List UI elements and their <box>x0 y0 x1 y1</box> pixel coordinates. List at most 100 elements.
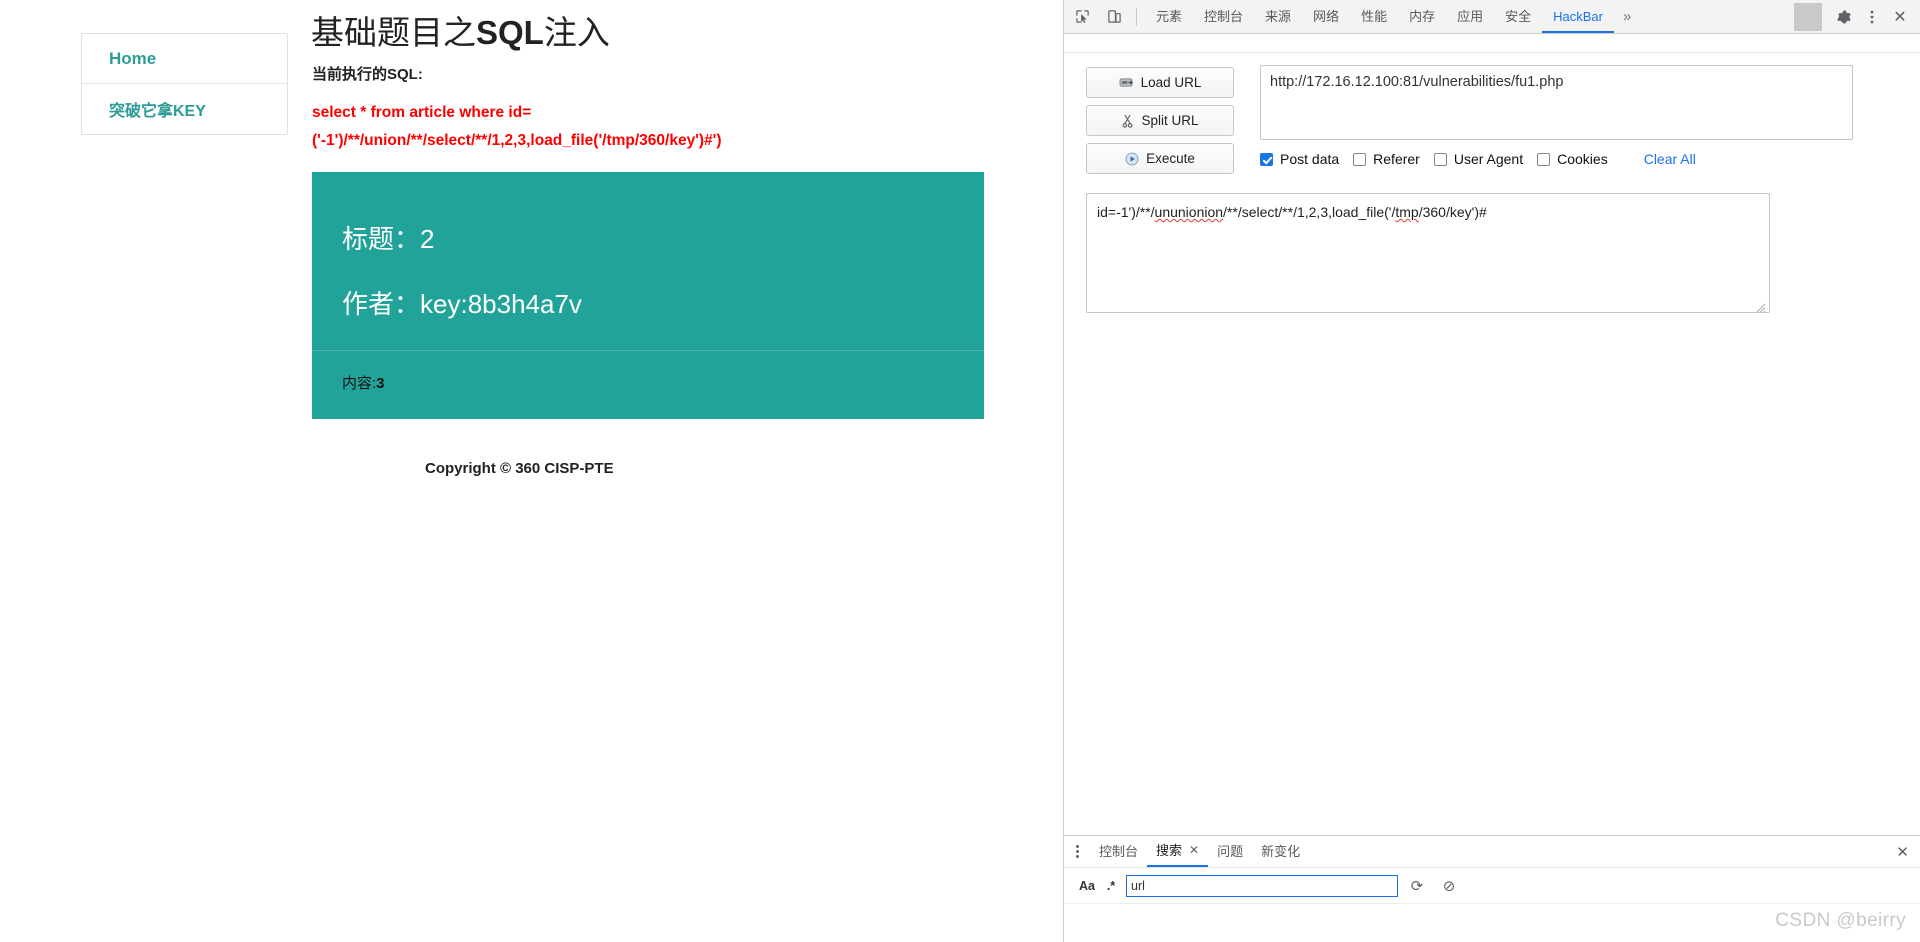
cookies-label: Cookies <box>1557 151 1608 167</box>
post-data-checkbox[interactable] <box>1260 152 1273 166</box>
tab-console[interactable]: 控制台 <box>1193 0 1254 33</box>
tab-memory[interactable]: 内存 <box>1398 0 1446 33</box>
card-divider <box>312 350 984 351</box>
drawer-tab-label: 新变化 <box>1261 844 1301 859</box>
devtools-toolbar: 元素 控制台 来源 网络 性能 内存 应用 安全 HackBar » ✕ <box>1064 0 1920 34</box>
drawer-tab-label: 控制台 <box>1099 844 1139 859</box>
tab-label: HackBar <box>1553 9 1603 24</box>
drawer-tab-console[interactable]: 控制台 <box>1090 836 1147 867</box>
hackbar-button-column: Load URL Split URL Execute <box>1086 67 1234 181</box>
drawer-tab-whats-new[interactable]: 新变化 <box>1252 836 1309 867</box>
refresh-icon[interactable]: ⟳ <box>1404 877 1430 895</box>
tab-hackbar[interactable]: HackBar <box>1542 0 1614 33</box>
tab-label: 网络 <box>1313 9 1340 24</box>
drawer-tab-bar: 控制台 搜索 ✕ 问题 新变化 ✕ <box>1064 836 1920 868</box>
sidebar-nav: Home 突破它拿KEY <box>81 33 288 135</box>
hackbar-panel: Load URL Split URL Execute http://172.16… <box>1064 53 1920 313</box>
page-title-emphasis: SQL <box>476 14 544 51</box>
user-agent-option[interactable]: User Agent <box>1433 151 1524 167</box>
sidebar-item-get-key[interactable]: 突破它拿KEY <box>82 84 287 134</box>
cookies-checkbox[interactable] <box>1537 152 1551 166</box>
toolbar-divider-2 <box>1794 2 1822 31</box>
cookies-option[interactable]: Cookies <box>1537 151 1608 167</box>
toolbar-divider <box>1136 7 1137 26</box>
article-author-value: key:8b3h4a7v <box>420 289 582 319</box>
tab-label: 内存 <box>1409 9 1436 24</box>
article-content-label: 内容: <box>342 375 377 392</box>
tab-label: 来源 <box>1265 9 1292 24</box>
split-url-scissors-icon <box>1121 114 1134 128</box>
tab-label: 性能 <box>1361 9 1388 24</box>
post-data-option[interactable]: Post data <box>1260 151 1339 167</box>
tab-network[interactable]: 网络 <box>1302 0 1350 33</box>
article-card-body: 标题：2 作者：key:8b3h4a7v <box>312 172 984 317</box>
screenshot-root: Home 突破它拿KEY 基础题目之SQL注入 当前执行的SQL: select… <box>0 0 1920 942</box>
split-url-button[interactable]: Split URL <box>1086 105 1234 136</box>
tab-label: 控制台 <box>1204 9 1244 24</box>
textarea-resize-handle[interactable] <box>1756 299 1766 312</box>
devtools-toolbar-actions: ✕ <box>1786 2 1920 31</box>
tab-application[interactable]: 应用 <box>1446 0 1494 33</box>
current-sql-label: 当前执行的SQL: <box>312 66 423 83</box>
referer-checkbox[interactable] <box>1353 152 1367 166</box>
sidebar-item-home[interactable]: Home <box>82 34 287 84</box>
close-icon[interactable]: ✕ <box>1886 3 1914 31</box>
tab-performance[interactable]: 性能 <box>1350 0 1398 33</box>
article-content-value: 3 <box>376 375 385 392</box>
sidebar-item-label: Home <box>109 48 157 68</box>
inspect-element-icon[interactable] <box>1068 3 1096 31</box>
article-author-row: 作者：key:8b3h4a7v <box>342 291 984 317</box>
regex-icon[interactable]: .* <box>1100 879 1122 893</box>
post-data-part-5: /360/key')# <box>1418 204 1487 220</box>
drawer-close-icon[interactable]: ✕ <box>1896 843 1920 861</box>
referer-option[interactable]: Referer <box>1353 151 1420 167</box>
sidebar-item-label: 突破它拿KEY <box>109 103 206 120</box>
search-input[interactable] <box>1126 874 1398 897</box>
post-data-label: Post data <box>1280 151 1340 167</box>
gear-icon[interactable] <box>1830 3 1858 31</box>
user-agent-checkbox[interactable] <box>1433 152 1447 166</box>
device-toolbar-icon[interactable] <box>1100 3 1128 31</box>
tab-security[interactable]: 安全 <box>1494 0 1542 33</box>
article-title-label: 标题： <box>342 224 421 254</box>
user-agent-label: User Agent <box>1453 151 1524 167</box>
tab-sources[interactable]: 来源 <box>1254 0 1302 33</box>
tab-elements[interactable]: 元素 <box>1145 0 1193 33</box>
article-content-row: 内容:3 <box>342 372 385 393</box>
drawer-tab-label: 问题 <box>1217 844 1244 859</box>
page-title: 基础题目之SQL注入 <box>311 6 610 54</box>
hackbar-options-row: Post data Referer User Agent Cookies Cle… <box>1260 151 1860 167</box>
drawer-tab-label: 搜索 <box>1156 843 1183 858</box>
referer-label: Referer <box>1373 151 1420 167</box>
execute-label: Execute <box>1146 151 1195 166</box>
drawer-tab-close-icon[interactable]: ✕ <box>1189 835 1199 866</box>
devtools-subtoolbar <box>1064 34 1920 53</box>
tab-label: 安全 <box>1505 9 1532 24</box>
article-author-label: 作者： <box>342 289 421 319</box>
tab-label: 元素 <box>1156 9 1183 24</box>
load-url-icon <box>1119 76 1134 89</box>
load-url-button[interactable]: Load URL <box>1086 67 1234 98</box>
more-tabs-icon[interactable]: » <box>1614 8 1640 25</box>
more-options-icon[interactable] <box>1858 3 1886 31</box>
web-page-content: Home 突破它拿KEY 基础题目之SQL注入 当前执行的SQL: select… <box>0 0 1063 942</box>
page-title-suffix: 注入 <box>543 14 610 51</box>
execute-play-icon <box>1125 152 1139 166</box>
post-data-input[interactable]: id=-1')/**/ununionion/**/select/**/1,2,3… <box>1086 193 1770 313</box>
url-input[interactable] <box>1260 65 1853 140</box>
execute-button[interactable]: Execute <box>1086 143 1234 174</box>
match-case-icon[interactable]: Aa <box>1074 879 1100 893</box>
load-url-label: Load URL <box>1140 75 1202 90</box>
drawer-tab-issues[interactable]: 问题 <box>1208 836 1252 867</box>
drawer-tab-search[interactable]: 搜索 ✕ <box>1147 835 1209 867</box>
post-data-part-1: id=-1')/**/ <box>1097 204 1155 220</box>
drawer-more-options-icon[interactable] <box>1064 844 1090 859</box>
article-title-value: 2 <box>420 224 435 254</box>
article-result-card: 标题：2 作者：key:8b3h4a7v 内容:3 <box>312 172 984 419</box>
post-data-part-3: /**/select/**/1,2,3,load_file('/ <box>1223 204 1396 220</box>
clear-all-link[interactable]: Clear All <box>1644 151 1696 167</box>
clear-search-icon[interactable]: ⊘ <box>1436 877 1462 895</box>
tab-label: 应用 <box>1457 9 1484 24</box>
search-toolbar: Aa .* ⟳ ⊘ <box>1064 868 1920 903</box>
watermark-text: CSDN @beirry <box>1775 910 1906 931</box>
